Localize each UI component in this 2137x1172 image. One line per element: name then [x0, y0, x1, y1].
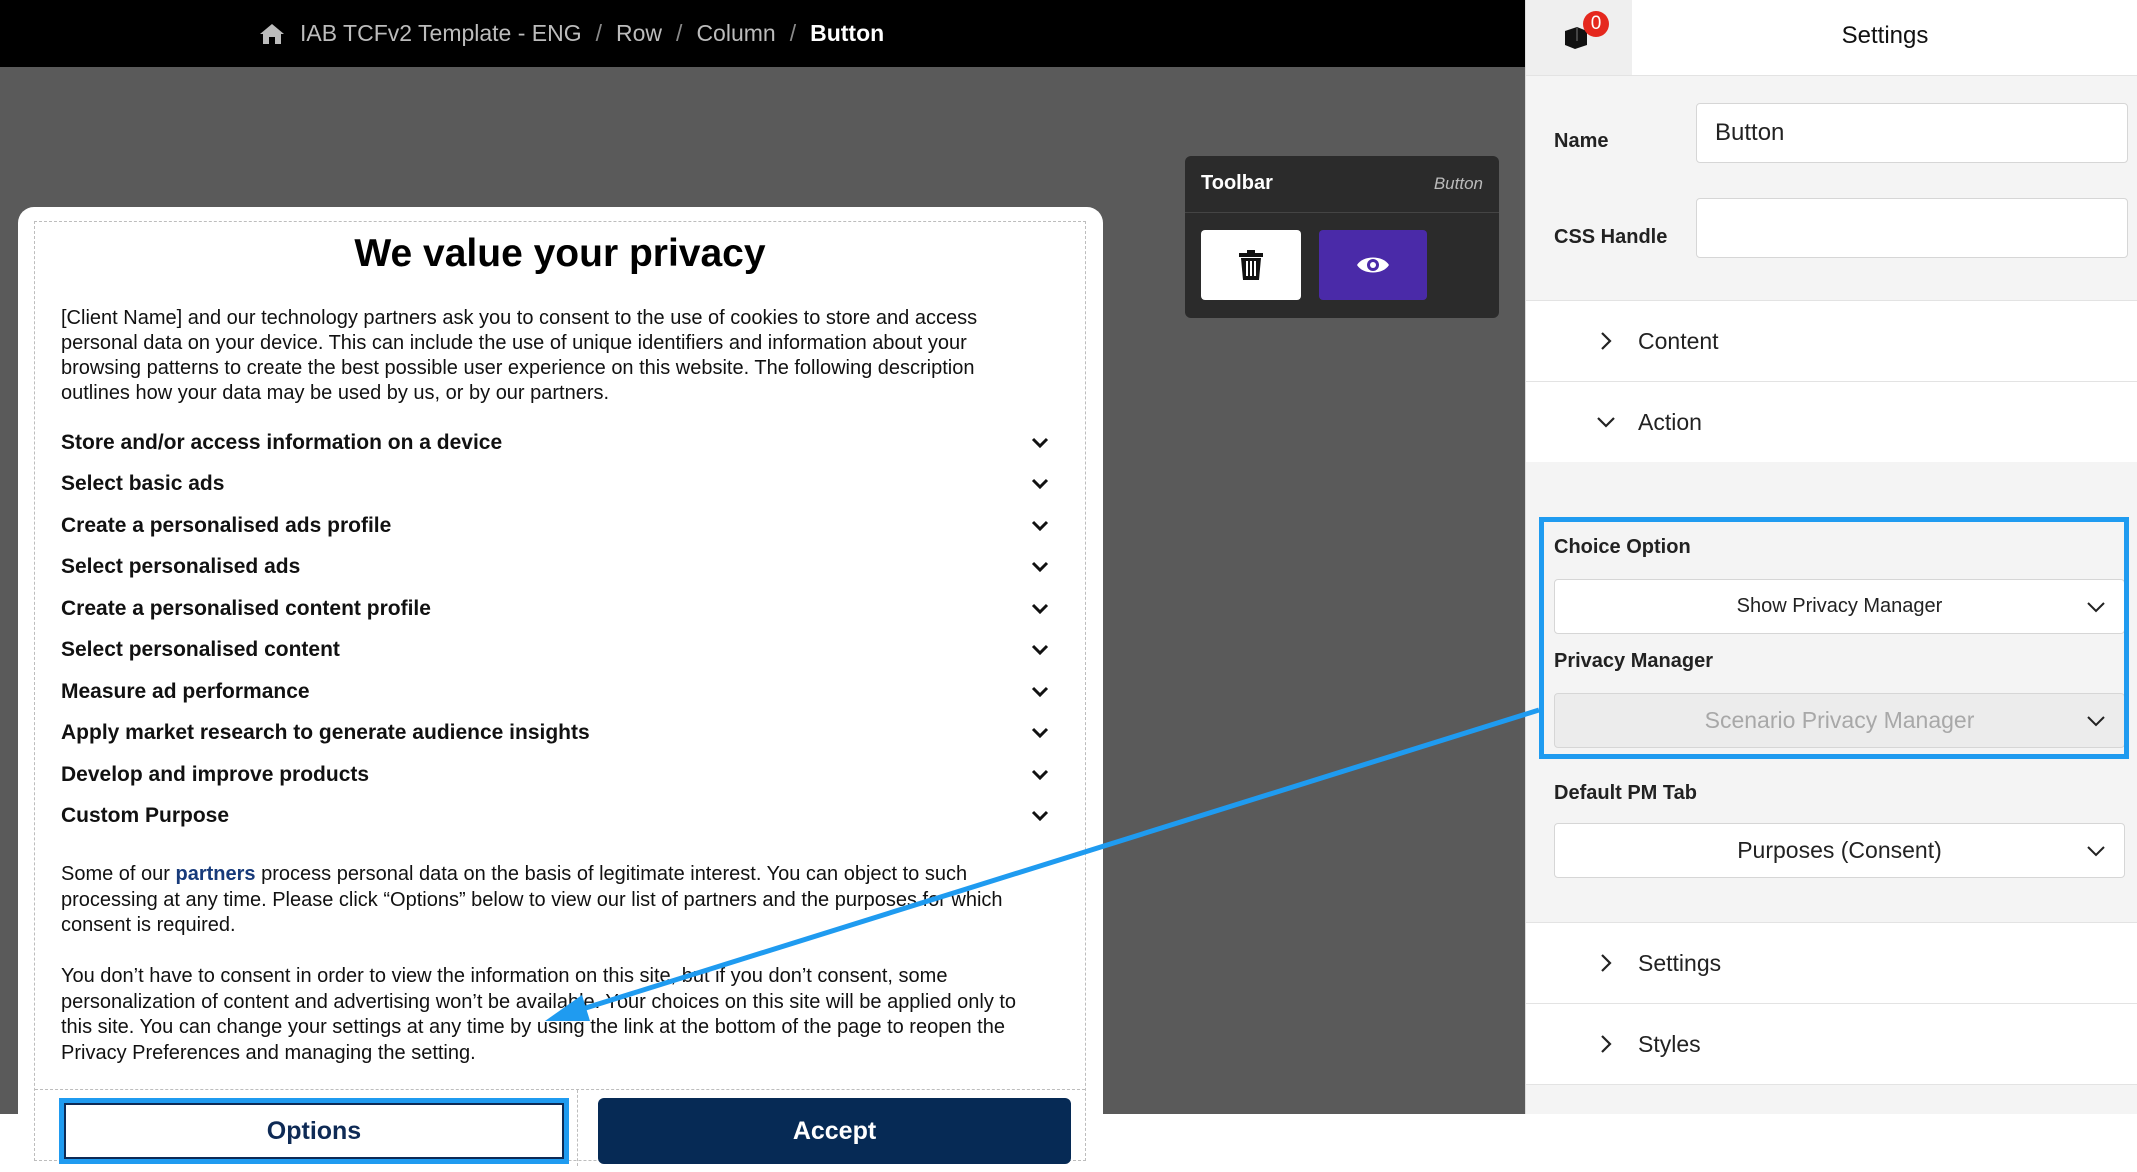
- choice-option-label: Choice Option: [1554, 536, 1691, 558]
- chevron-down-icon: [2087, 846, 2105, 857]
- chevron-right-icon: [1601, 954, 1612, 972]
- section-settings-label: Settings: [1638, 949, 1722, 976]
- home-icon[interactable]: [258, 22, 286, 46]
- breadcrumb-item-current: Button: [810, 20, 885, 46]
- section-content[interactable]: Content: [1526, 300, 2137, 381]
- partners-link[interactable]: partners: [176, 863, 256, 885]
- privacy-manager-value: Scenario Privacy Manager: [1704, 707, 1975, 733]
- chevron-down-icon: [1597, 417, 1615, 428]
- privacy-manager-label: Privacy Manager: [1554, 650, 1713, 672]
- privacy-message-preview: We value your privacy [Client Name] and …: [18, 207, 1103, 1172]
- section-content-label: Content: [1638, 327, 1719, 354]
- toolbar-element-type: Button: [1433, 174, 1483, 193]
- panel-header: 0 Settings: [1526, 0, 2137, 76]
- purpose-item[interactable]: Create a personalised content profile: [61, 588, 1059, 630]
- name-label: Name: [1554, 130, 1609, 152]
- purpose-item[interactable]: Create a personalised ads profile: [61, 505, 1059, 547]
- chevron-down-icon: [2087, 602, 2105, 613]
- chevron-down-icon: [1031, 437, 1049, 448]
- chevron-right-icon: [1601, 1035, 1612, 1053]
- chevron-down-icon: [1031, 686, 1049, 697]
- choice-option-select[interactable]: Show Privacy Manager: [1554, 579, 2125, 634]
- chevron-down-icon: [1031, 562, 1049, 573]
- name-input[interactable]: Button: [1696, 103, 2128, 163]
- purpose-label: Select personalised content: [61, 638, 340, 662]
- purpose-item[interactable]: Measure ad performance: [61, 671, 1059, 713]
- eye-icon: [1357, 257, 1389, 273]
- chevron-down-icon: [1031, 728, 1049, 739]
- purpose-label: Measure ad performance: [61, 679, 310, 703]
- purpose-label: Create a personalised content profile: [61, 596, 431, 620]
- purpose-item[interactable]: Select personalised content: [61, 630, 1059, 672]
- preview-button[interactable]: [1319, 230, 1427, 300]
- panel-title: Settings: [1841, 22, 1929, 49]
- message-intro-text: [Client Name] and our technology partner…: [61, 307, 978, 404]
- settings-panel: 0 Settings Name Button CSS Handle Conten…: [1525, 0, 2137, 1114]
- purpose-label: Apply market research to generate audien…: [61, 721, 590, 745]
- notification-count-badge: 0: [1583, 10, 1609, 37]
- chevron-down-icon: [2087, 716, 2105, 727]
- chevron-down-icon: [1031, 811, 1049, 822]
- purpose-item[interactable]: Apply market research to generate audien…: [61, 713, 1059, 755]
- accept-button[interactable]: Accept: [598, 1098, 1071, 1164]
- default-pm-tab-select[interactable]: Purposes (Consent): [1554, 823, 2125, 878]
- section-action[interactable]: Action: [1526, 381, 2137, 462]
- purpose-label: Select basic ads: [61, 472, 225, 496]
- breadcrumb-separator: /: [676, 20, 683, 46]
- chevron-down-icon: [1031, 769, 1049, 780]
- element-toolbar: Toolbar Button: [1185, 156, 1499, 318]
- breadcrumb-separator: /: [789, 20, 797, 46]
- breadcrumb: IAB TCFv2 Template - ENG / Row / Column …: [258, 0, 884, 67]
- purpose-item[interactable]: Custom Purpose: [61, 796, 1059, 838]
- chevron-right-icon: [1601, 332, 1612, 350]
- message-container: We value your privacy [Client Name] and …: [34, 221, 1086, 1166]
- bell-icon: 0: [1561, 10, 1609, 53]
- notifications-button[interactable]: 0: [1526, 0, 1632, 75]
- section-settings[interactable]: Settings: [1526, 922, 2137, 1003]
- default-pm-tab-value: Purposes (Consent): [1737, 837, 1942, 863]
- purpose-item[interactable]: Select personalised ads: [61, 547, 1059, 589]
- options-button-label: Options: [64, 1103, 564, 1159]
- section-action-label: Action: [1638, 408, 1702, 435]
- action-section-body: Choice Option Show Privacy Manager Priva…: [1526, 462, 2137, 924]
- purpose-item[interactable]: Develop and improve products: [61, 754, 1059, 796]
- choice-option-value: Show Privacy Manager: [1736, 595, 1943, 617]
- top-bar: IAB TCFv2 Template - ENG / Row / Column …: [0, 0, 1525, 67]
- section-styles-label: Styles: [1638, 1030, 1701, 1057]
- purpose-label: Develop and improve products: [61, 762, 370, 786]
- para2-before: Some of our: [61, 863, 176, 885]
- purpose-item[interactable]: Store and/or access information on a dev…: [61, 422, 1059, 464]
- button-row: Options Accept: [35, 1089, 1085, 1166]
- section-styles[interactable]: Styles: [1526, 1003, 2137, 1085]
- breadcrumb-item-column[interactable]: Column: [696, 20, 775, 47]
- chevron-down-icon: [1031, 479, 1049, 490]
- trash-icon: [1239, 250, 1263, 280]
- options-button[interactable]: Options: [59, 1098, 569, 1164]
- purpose-label: Store and/or access information on a dev…: [61, 430, 503, 454]
- breadcrumb-separator: /: [595, 20, 603, 46]
- legitimate-interest-text: Some of our partners process personal da…: [61, 862, 1039, 939]
- chevron-down-icon: [1031, 645, 1049, 656]
- chevron-down-icon: [1031, 520, 1049, 531]
- breadcrumb-item-template[interactable]: IAB TCFv2 Template - ENG: [300, 20, 582, 47]
- editor-canvas: We value your privacy [Client Name] and …: [0, 67, 1525, 1172]
- purpose-label: Create a personalised ads profile: [61, 513, 392, 537]
- default-pm-tab-label: Default PM Tab: [1554, 782, 1697, 804]
- delete-button[interactable]: [1201, 230, 1301, 300]
- css-handle-label: CSS Handle: [1554, 226, 1668, 248]
- consent-info-text: You don’t have to consent in order to vi…: [61, 965, 1017, 1064]
- toolbar-title: Toolbar: [1201, 172, 1273, 194]
- purpose-label: Select personalised ads: [61, 555, 301, 579]
- purpose-list: Store and/or access information on a dev…: [61, 422, 1059, 837]
- purpose-item[interactable]: Select basic ads: [61, 464, 1059, 506]
- privacy-manager-select[interactable]: Scenario Privacy Manager: [1554, 693, 2125, 748]
- message-title: We value your privacy: [354, 232, 766, 275]
- column-divider: [577, 1090, 578, 1166]
- purpose-label: Custom Purpose: [61, 804, 230, 828]
- breadcrumb-item-row[interactable]: Row: [616, 20, 662, 47]
- toolbar-header: Toolbar Button: [1185, 156, 1499, 213]
- chevron-down-icon: [1031, 603, 1049, 614]
- css-handle-input[interactable]: [1696, 198, 2128, 258]
